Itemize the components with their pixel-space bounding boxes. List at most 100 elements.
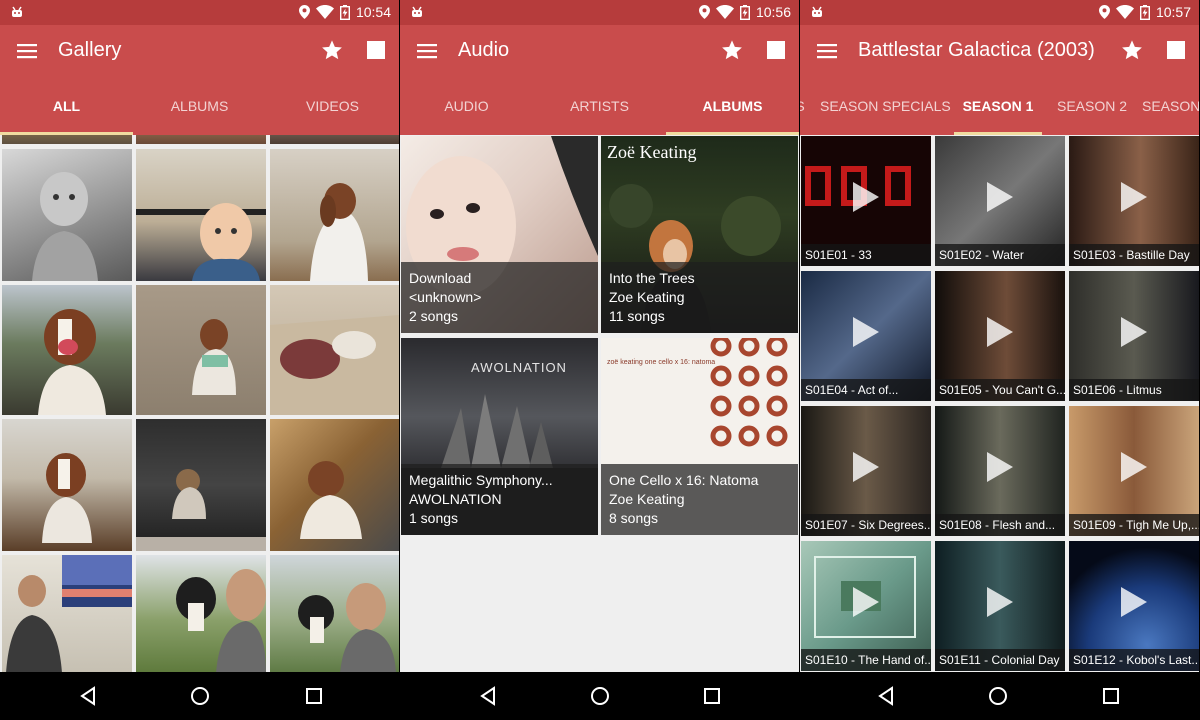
photo-thumbnail[interactable] xyxy=(136,285,266,415)
play-icon[interactable] xyxy=(851,585,881,619)
episode-tile[interactable]: S01E12 - Kobol's Last... xyxy=(1069,541,1199,671)
photo-thumbnail[interactable] xyxy=(270,135,399,144)
app-bar: Audio Audio Artists Albums xyxy=(400,25,799,135)
stop-icon[interactable] xyxy=(367,41,385,59)
stop-icon[interactable] xyxy=(1167,41,1185,59)
status-bar: 10:56 xyxy=(400,0,799,25)
home-icon[interactable] xyxy=(588,684,612,708)
episode-tile[interactable]: S01E02 - Water xyxy=(935,136,1065,266)
episode-tile[interactable]: S01E08 - Flesh and... xyxy=(935,406,1065,536)
back-icon[interactable] xyxy=(874,684,898,708)
play-icon[interactable] xyxy=(1119,180,1149,214)
star-icon[interactable] xyxy=(1121,39,1143,61)
tab-season-3[interactable]: Season 3 xyxy=(1142,79,1199,135)
toolbar: Audio xyxy=(400,25,799,79)
play-icon[interactable] xyxy=(985,450,1015,484)
page-title: Gallery xyxy=(58,39,122,61)
tab-season-specials[interactable]: Season Specials xyxy=(820,79,951,135)
photo-thumbnail[interactable] xyxy=(270,555,399,672)
episode-tile[interactable]: S01E04 - Act of... xyxy=(801,271,931,401)
play-icon[interactable] xyxy=(851,450,881,484)
tab-all[interactable]: All xyxy=(0,79,133,135)
photo-thumbnail[interactable] xyxy=(136,419,266,551)
home-icon[interactable] xyxy=(986,684,1010,708)
wifi-icon xyxy=(1115,5,1134,19)
stop-icon[interactable] xyxy=(767,41,785,59)
battery-icon xyxy=(339,4,350,20)
location-icon xyxy=(1098,5,1110,19)
photo-thumbnail[interactable] xyxy=(2,419,132,551)
episode-tile[interactable]: S01E11 - Colonial Day xyxy=(935,541,1065,671)
photo-thumbnail[interactable] xyxy=(2,135,132,144)
album-song-count: 2 songs xyxy=(409,308,459,324)
photo-thumbnail[interactable] xyxy=(136,135,266,144)
episode-tile[interactable]: S01E03 - Bastille Day xyxy=(1069,136,1199,266)
episode-tile[interactable]: S01E06 - Litmus xyxy=(1069,271,1199,401)
episode-title: S01E05 - You Can't G... xyxy=(935,379,1065,401)
screens-container: 10:54 Gallery All Albums Videos xyxy=(0,0,1200,672)
photo-thumbnail[interactable] xyxy=(136,149,266,281)
album-caption: Into the Trees Zoe Keating 11 songs xyxy=(601,262,798,333)
battery-icon xyxy=(739,4,750,20)
photo-thumbnail[interactable] xyxy=(270,419,399,551)
photo-thumbnail[interactable] xyxy=(136,555,266,672)
menu-icon[interactable] xyxy=(416,40,438,62)
photo-thumbnail[interactable] xyxy=(2,555,132,672)
play-icon[interactable] xyxy=(1119,315,1149,349)
episode-tile[interactable]: S01E01 - 33 xyxy=(801,136,931,266)
tab-partial[interactable]: s xyxy=(800,79,806,135)
tab-bar: s Season Specials Season 1 Season 2 Seas… xyxy=(800,79,1199,135)
play-icon[interactable] xyxy=(1119,450,1149,484)
tab-bar: All Albums Videos xyxy=(0,79,399,135)
episode-tile[interactable]: S01E10 - The Hand of... xyxy=(801,541,931,671)
photo-thumbnail[interactable] xyxy=(270,285,399,415)
recents-icon[interactable] xyxy=(302,684,326,708)
episode-tile[interactable]: S01E09 - Tigh Me Up,... xyxy=(1069,406,1199,536)
tab-audio[interactable]: Audio xyxy=(400,79,533,135)
back-icon[interactable] xyxy=(476,684,500,708)
episode-title: S01E02 - Water xyxy=(935,244,1065,266)
photo-thumbnail[interactable] xyxy=(270,149,399,281)
play-icon[interactable] xyxy=(851,315,881,349)
episode-title: S01E09 - Tigh Me Up,... xyxy=(1069,514,1199,536)
album-artist: Zoe Keating xyxy=(609,289,685,305)
star-icon[interactable] xyxy=(321,39,343,61)
photo-thumbnail[interactable] xyxy=(2,285,132,415)
page-title: Battlestar Galactica (2003) xyxy=(858,39,1095,61)
home-icon[interactable] xyxy=(188,684,212,708)
tab-season-1[interactable]: Season 1 xyxy=(954,79,1042,135)
menu-icon[interactable] xyxy=(816,40,838,62)
tab-season-2[interactable]: Season 2 xyxy=(1050,79,1134,135)
episode-tile[interactable]: S01E05 - You Can't G... xyxy=(935,271,1065,401)
album-song-count: 1 songs xyxy=(409,510,459,526)
episode-title: S01E03 - Bastille Day xyxy=(1069,244,1199,266)
album-cover-text: Zoë Keating xyxy=(607,142,697,162)
play-icon[interactable] xyxy=(1119,585,1149,619)
episode-tile[interactable]: S01E07 - Six Degrees... xyxy=(801,406,931,536)
android-notification-icon xyxy=(12,6,22,17)
play-icon[interactable] xyxy=(985,180,1015,214)
status-time: 10:57 xyxy=(1155,4,1191,20)
back-icon[interactable] xyxy=(76,684,100,708)
recents-icon[interactable] xyxy=(700,684,724,708)
tab-albums[interactable]: Albums xyxy=(666,79,799,135)
photo-thumbnail[interactable] xyxy=(2,149,132,281)
play-icon[interactable] xyxy=(851,180,881,214)
play-icon[interactable] xyxy=(985,585,1015,619)
album-card[interactable]: Download <unknown> 2 songs xyxy=(401,136,598,333)
tab-artists[interactable]: Artists xyxy=(533,79,666,135)
star-icon[interactable] xyxy=(721,39,743,61)
album-card[interactable]: Zoë Keating Into the Trees Zoe Keating 1… xyxy=(601,136,798,333)
tab-videos[interactable]: Videos xyxy=(266,79,399,135)
status-bar: 10:57 xyxy=(800,0,1199,25)
app-bar: Gallery All Albums Videos xyxy=(0,25,399,135)
tab-albums[interactable]: Albums xyxy=(133,79,266,135)
status-time: 10:54 xyxy=(355,4,391,20)
album-card[interactable]: AWOLNATION Megalithic Symphony... AWOLNA… xyxy=(401,338,598,535)
album-card[interactable]: zoë keating one cello x 16: natoma One C… xyxy=(601,338,798,535)
play-icon[interactable] xyxy=(985,315,1015,349)
android-notification-icon xyxy=(812,6,822,17)
menu-icon[interactable] xyxy=(16,40,38,62)
recents-icon[interactable] xyxy=(1099,684,1123,708)
toolbar: Battlestar Galactica (2003) xyxy=(800,25,1199,79)
